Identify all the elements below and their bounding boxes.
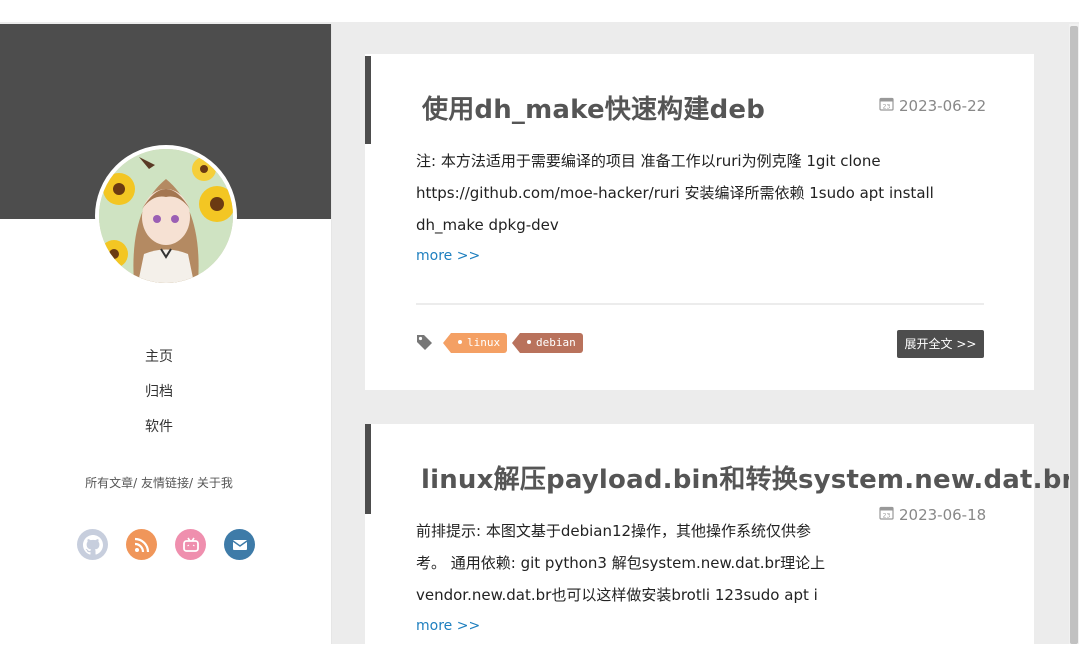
sidebar-nav: 主页 归档 软件 bbox=[0, 342, 318, 447]
tag-linux[interactable]: linux bbox=[442, 333, 508, 353]
avatar-image bbox=[99, 149, 233, 283]
calendar-icon: 23 bbox=[879, 96, 894, 115]
link-friends[interactable]: 友情链接 bbox=[141, 476, 189, 490]
tag-debian[interactable]: debian bbox=[512, 333, 583, 353]
post-title[interactable]: linux解压payload.bin和转换system.new.dat.br bbox=[421, 459, 1075, 496]
sublink-separator: / bbox=[189, 476, 197, 490]
post-excerpt: 前排提示: 本图文基于debian12操作，其他操作系统仅供参 考。 通用依赖:… bbox=[416, 515, 825, 611]
excerpt-line: 前排提示: 本图文基于debian12操作，其他操作系统仅供参 bbox=[416, 522, 812, 540]
top-bar bbox=[0, 0, 1079, 24]
post-date-text: 2023-06-22 bbox=[899, 96, 987, 115]
excerpt-line: https://github.com/moe-hacker/ruri 安装编译所… bbox=[416, 184, 934, 202]
post-card: 使用dh_make快速构建deb 23 2023-06-22 注: 本方法适用于… bbox=[365, 54, 1034, 390]
github-icon[interactable] bbox=[77, 529, 108, 560]
calendar-icon: 23 bbox=[879, 505, 894, 524]
excerpt-line: 考。 通用依赖: git python3 解包system.new.dat.br… bbox=[416, 554, 826, 572]
post-excerpt: 注: 本方法适用于需要编译的项目 准备工作以ruri为例克隆 1git clon… bbox=[416, 145, 934, 241]
svg-text:23: 23 bbox=[883, 103, 891, 110]
expand-button[interactable]: 展开全文 >> bbox=[897, 330, 984, 358]
link-all-posts[interactable]: 所有文章 bbox=[85, 476, 133, 490]
post-card: linux解压payload.bin和转换system.new.dat.br 2… bbox=[365, 424, 1074, 654]
post-divider bbox=[416, 303, 984, 305]
excerpt-line: 注: 本方法适用于需要编译的项目 准备工作以ruri为例克隆 1git clon… bbox=[416, 152, 881, 170]
more-link[interactable]: more >> bbox=[416, 618, 480, 634]
nav-item-home[interactable]: 主页 bbox=[0, 342, 318, 377]
post-date: 23 2023-06-22 bbox=[879, 96, 986, 115]
svg-text:23: 23 bbox=[883, 512, 891, 519]
social-links bbox=[77, 529, 255, 560]
email-icon[interactable] bbox=[224, 529, 255, 560]
bilibili-icon[interactable] bbox=[175, 529, 206, 560]
excerpt-line: vendor.new.dat.br也可以这样做安装brotli 123sudo … bbox=[416, 586, 818, 604]
nav-item-archive[interactable]: 归档 bbox=[0, 377, 318, 412]
link-about[interactable]: 关于我 bbox=[197, 476, 233, 490]
avatar[interactable] bbox=[95, 145, 237, 287]
excerpt-line: dh_make dpkg-dev bbox=[416, 216, 559, 234]
more-link[interactable]: more >> bbox=[416, 248, 480, 264]
scrollbar-thumb[interactable] bbox=[1070, 26, 1078, 644]
nav-item-software[interactable]: 软件 bbox=[0, 412, 318, 447]
post-date: 23 2023-06-18 bbox=[879, 505, 986, 524]
rss-icon[interactable] bbox=[126, 529, 157, 560]
sidebar-sublinks: 所有文章/ 友情链接/ 关于我 bbox=[0, 474, 318, 491]
sublink-separator: / bbox=[133, 476, 141, 490]
post-accent-bar bbox=[365, 424, 371, 514]
post-title[interactable]: 使用dh_make快速构建deb bbox=[422, 89, 765, 126]
post-accent-bar bbox=[365, 56, 371, 144]
sidebar: 主页 归档 软件 所有文章/ 友情链接/ 关于我 bbox=[0, 24, 332, 644]
tag-icon bbox=[416, 334, 433, 355]
post-date-text: 2023-06-18 bbox=[899, 505, 987, 524]
